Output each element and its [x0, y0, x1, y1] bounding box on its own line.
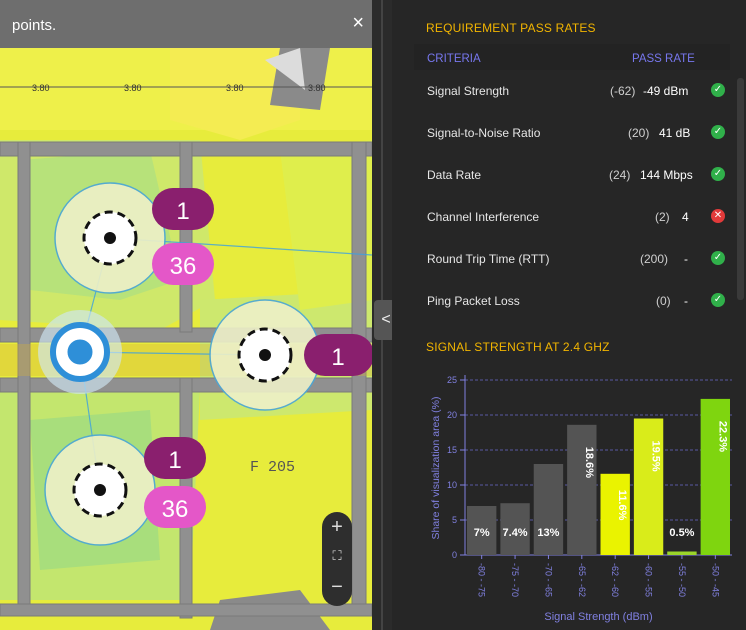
- requirements-title: REQUIREMENT PASS RATES: [426, 21, 596, 35]
- ap-count-badge-text: 36: [170, 253, 197, 280]
- ap-channel-badge-text: 1: [331, 344, 344, 371]
- zoom-out-button[interactable]: −: [322, 576, 352, 599]
- y-tick-label: 15: [447, 445, 457, 455]
- requirement-threshold: (200): [640, 252, 669, 266]
- map-header: points. ×: [0, 0, 372, 48]
- bar-data-label: 13%: [537, 527, 559, 539]
- fail-x-icon: ✕: [711, 209, 725, 223]
- x-tick-label: -60 - -55: [644, 563, 654, 597]
- x-tick-label: -70 - -65: [543, 563, 553, 597]
- floor-plan-map[interactable]: 3.80 3.80 3.80 3.80 1 36 1 1 36 F 205 po…: [0, 0, 372, 630]
- bar-data-label: 7%: [474, 527, 490, 539]
- y-tick-label: 0: [452, 550, 457, 560]
- requirement-label: Signal-to-Noise Ratio: [427, 126, 541, 140]
- pass-check-icon: ✓: [711, 251, 725, 265]
- requirement-value: 144 Mbps: [640, 168, 693, 182]
- requirement-row[interactable]: Data Rate (24) 144 Mbps ✓: [414, 154, 730, 196]
- floor-plan-canvas[interactable]: 3.80 3.80 3.80 3.80 1 36 1 1 36 F 205: [0, 0, 372, 630]
- requirement-threshold: (0): [656, 294, 671, 308]
- column-header-criteria: CRITERIA: [427, 53, 481, 65]
- requirement-threshold: (20): [628, 126, 650, 140]
- bar-data-label: 18.6%: [583, 447, 595, 478]
- pass-check-icon: ✓: [711, 125, 725, 139]
- zoom-control: + ⛶ −: [322, 512, 352, 606]
- requirement-row[interactable]: Round Trip Time (RTT) (200) - ✓: [414, 238, 730, 280]
- scale-label: 3.80: [308, 83, 326, 93]
- ap-count-badge-text: 36: [162, 496, 189, 523]
- room-label: F 205: [250, 459, 295, 476]
- y-axis-label: Share of visualization area (%): [430, 397, 442, 540]
- requirement-label: Signal Strength: [427, 84, 510, 98]
- scale-label: 3.80: [124, 83, 142, 93]
- ap-channel-badge-text: 1: [176, 198, 189, 225]
- y-tick-label: 10: [447, 480, 457, 490]
- requirement-value: 41 dB: [659, 126, 691, 140]
- x-tick-label: -55 - -50: [677, 563, 687, 597]
- x-tick-label: -80 - -75: [477, 563, 487, 597]
- bar-data-label: 11.6%: [616, 490, 628, 521]
- x-tick-label: -50 - -45: [710, 563, 720, 597]
- pass-check-icon: ✓: [711, 293, 725, 307]
- requirement-value: 4: [682, 210, 689, 224]
- x-tick-label: -65 - -62: [577, 563, 587, 597]
- requirement-label: Round Trip Time (RTT): [427, 252, 550, 266]
- analysis-panel: REQUIREMENT PASS RATES CRITERIA PASS RAT…: [392, 0, 746, 630]
- chart-bar: [567, 424, 597, 555]
- signal-strength-chart: 0 5 10 15 20 25 Share of visualization area (%…: [430, 375, 732, 623]
- x-tick-label: -62 - -60: [610, 563, 620, 597]
- requirement-threshold: (-62): [610, 84, 636, 98]
- y-tick-label: 20: [447, 410, 457, 420]
- zoom-in-button[interactable]: +: [322, 516, 352, 539]
- bar-data-label: 0.5%: [669, 527, 694, 539]
- requirement-value: -: [684, 252, 688, 266]
- requirement-row[interactable]: Signal-to-Noise Ratio (20) 41 dB ✓: [414, 112, 730, 154]
- close-icon[interactable]: ×: [352, 12, 364, 35]
- pass-check-icon: ✓: [711, 167, 725, 181]
- ap-channel-badge-text: 1: [168, 447, 181, 474]
- requirement-row[interactable]: Channel Interference (2) 4 ✕: [414, 196, 730, 238]
- requirement-label: Ping Packet Loss: [427, 294, 520, 308]
- y-tick-label: 25: [447, 375, 457, 385]
- x-axis-label: Signal Strength (dBm): [544, 611, 652, 623]
- requirement-threshold: (2): [655, 210, 670, 224]
- map-title: points.: [12, 17, 57, 34]
- requirements-scrollbar[interactable]: [737, 78, 744, 300]
- requirement-row[interactable]: Signal Strength (-62) -49 dBm ✓: [414, 70, 730, 112]
- bar-data-label: 19.5%: [650, 441, 662, 472]
- fit-view-icon[interactable]: ⛶: [322, 548, 352, 564]
- requirement-threshold: (24): [609, 168, 631, 182]
- scale-label: 3.80: [226, 83, 244, 93]
- requirement-row[interactable]: Ping Packet Loss (0) - ✓: [414, 280, 730, 322]
- column-header-pass-rate: PASS RATE: [632, 53, 695, 65]
- scale-label: 3.80: [32, 83, 50, 93]
- x-tick-label: -75 - -70: [510, 563, 520, 597]
- bar-data-label: 7.4%: [503, 527, 528, 539]
- requirement-label: Channel Interference: [427, 210, 540, 224]
- y-tick-label: 5: [452, 515, 457, 525]
- chart-bar: [533, 464, 564, 555]
- bar-data-label: 22.3%: [716, 421, 728, 452]
- requirement-value: -: [684, 294, 688, 308]
- chart-bar: [633, 418, 664, 555]
- pass-check-icon: ✓: [711, 83, 725, 97]
- requirement-value: -49 dBm: [643, 84, 689, 98]
- requirement-label: Data Rate: [427, 168, 482, 182]
- chart-bar: [667, 551, 697, 555]
